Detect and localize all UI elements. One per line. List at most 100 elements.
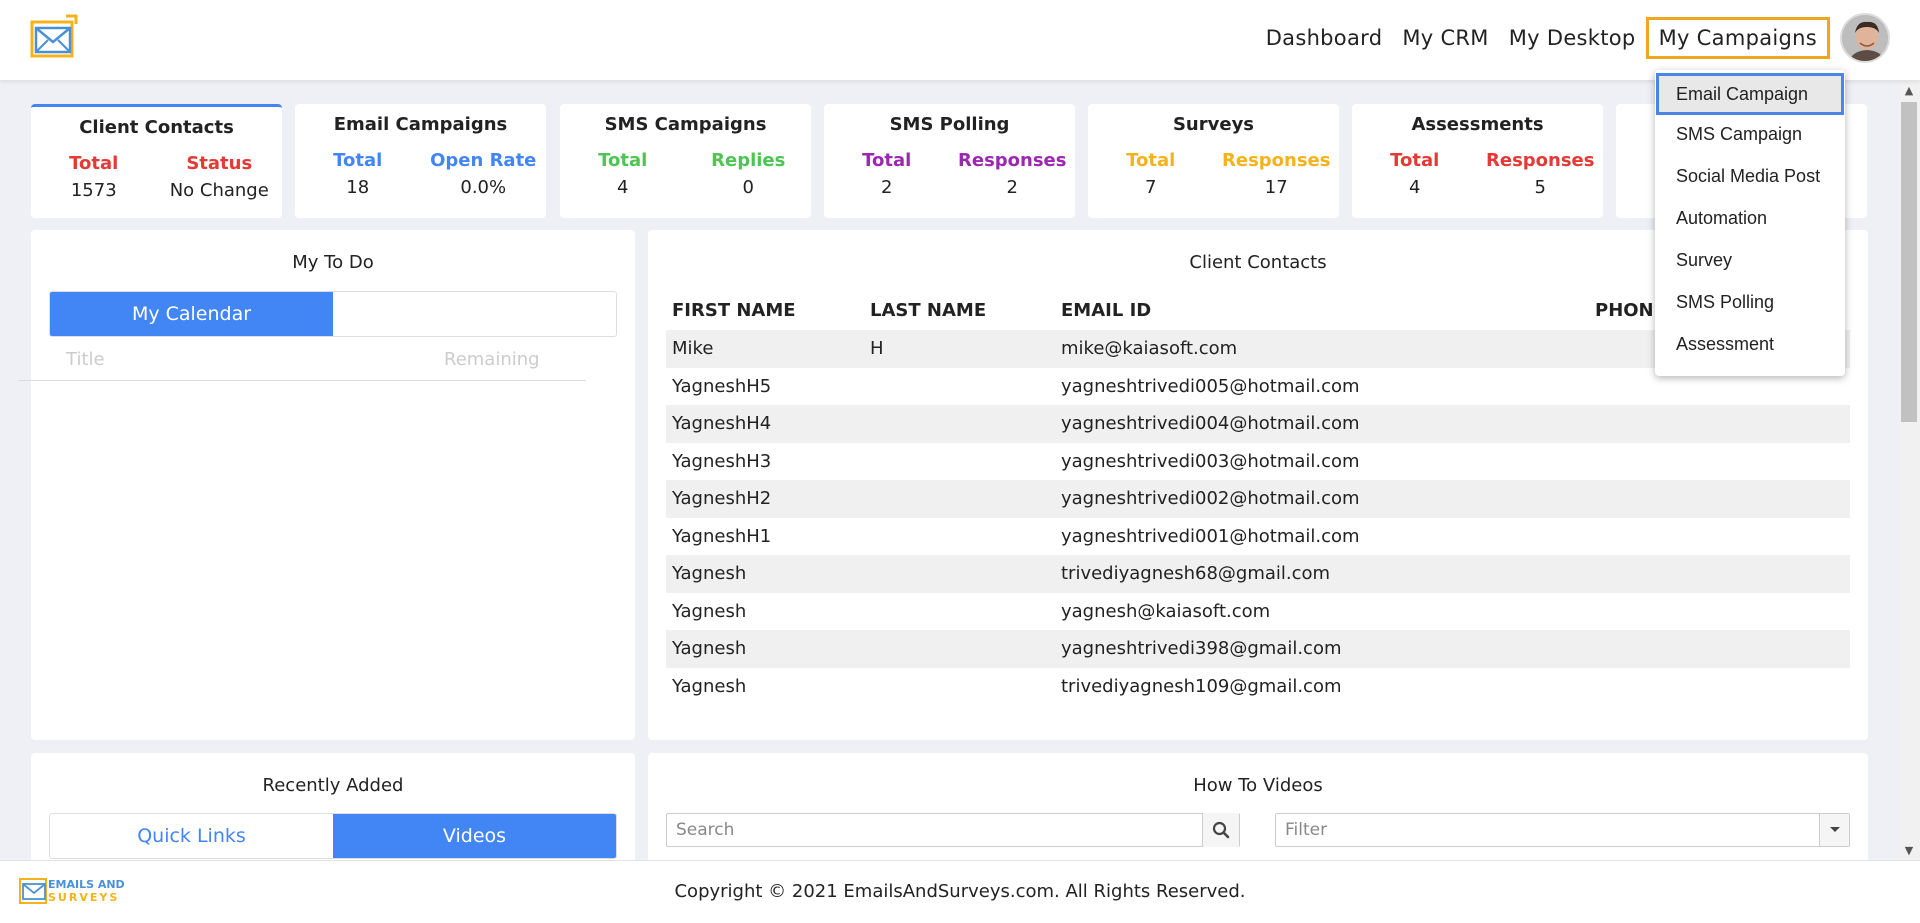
search-input[interactable]: Search <box>666 813 1240 847</box>
table-row[interactable]: YagneshH3 yagneshtrivedi003@hotmail.com <box>666 443 1850 481</box>
main-nav: Dashboard My CRM My Desktop My Campaigns <box>1246 13 1890 63</box>
todo-table-header: Title Remaining <box>18 349 586 381</box>
stat-right: Status No Change <box>157 153 283 201</box>
menu-sms-polling[interactable]: SMS Polling <box>1676 292 1774 313</box>
table-row[interactable]: YagneshH4 yagneshtrivedi004@hotmail.com <box>666 405 1850 443</box>
footer: EMAILS AND SURVEYS Copyright © 2021 Emai… <box>0 860 1920 923</box>
stat-value: 4 <box>617 177 629 198</box>
stat-label: Replies <box>711 150 786 171</box>
stat-label: Responses <box>1222 150 1331 171</box>
stat-right: Responses 5 <box>1478 150 1604 198</box>
stat-card-sms-campaigns[interactable]: SMS Campaigns Total 4 Replies 0 <box>560 104 811 218</box>
menu-survey[interactable]: Survey <box>1676 250 1732 271</box>
stat-title: Email Campaigns <box>333 114 508 135</box>
cell-email: yagneshtrivedi002@hotmail.com <box>1061 488 1360 509</box>
tab-other[interactable] <box>333 292 616 336</box>
cell-email: mike@kaiasoft.com <box>1061 338 1238 359</box>
stat-title: Assessments <box>1411 114 1544 135</box>
stat-label: Total <box>69 153 119 174</box>
scroll-thumb[interactable] <box>1901 102 1917 422</box>
cell-first-name: Yagnesh <box>672 638 747 659</box>
cell-email: yagneshtrivedi398@gmail.com <box>1061 638 1342 659</box>
search-icon <box>1212 821 1230 839</box>
stat-title: SMS Campaigns <box>604 114 767 135</box>
table-row[interactable]: Yagnesh yagnesh@kaiasoft.com <box>666 593 1850 631</box>
stat-card-sms-polling[interactable]: SMS Polling Total 2 Responses 2 <box>824 104 1075 218</box>
table-row[interactable]: Yagnesh yagneshtrivedi398@gmail.com <box>666 630 1850 668</box>
search-placeholder: Search <box>676 820 735 840</box>
menu-sms-campaign[interactable]: SMS Campaign <box>1676 124 1802 145</box>
search-button[interactable] <box>1202 813 1239 847</box>
filter-toggle[interactable] <box>1819 814 1849 846</box>
stat-value: 18 <box>346 177 370 198</box>
col-first-name[interactable]: FIRST NAME <box>672 300 796 321</box>
stat-label: Total <box>862 150 912 171</box>
cell-email: yagneshtrivedi001@hotmail.com <box>1061 525 1360 547</box>
top-header: Dashboard My CRM My Desktop My Campaigns <box>0 0 1920 80</box>
menu-social-media-post[interactable]: Social Media Post <box>1676 166 1820 187</box>
app-logo[interactable] <box>28 14 78 62</box>
scroll-down-icon[interactable]: ▼ <box>1898 840 1920 860</box>
page-scrollbar[interactable]: ▲ ▼ <box>1898 80 1920 860</box>
col-email[interactable]: EMAIL ID <box>1061 300 1151 321</box>
stat-label: Total <box>333 150 383 171</box>
stat-value: No Change <box>169 180 269 201</box>
scroll-up-icon[interactable]: ▲ <box>1898 80 1920 100</box>
nav-my-campaigns[interactable]: My Campaigns <box>1645 17 1830 59</box>
filter-select[interactable]: Filter <box>1275 813 1850 847</box>
table-row[interactable]: Yagnesh trivediyagnesh109@gmail.com <box>666 668 1850 706</box>
menu-automation[interactable]: Automation <box>1676 208 1767 229</box>
menu-assessment[interactable]: Assessment <box>1676 334 1774 355</box>
stat-card-assessments[interactable]: Assessments Total 4 Responses 5 <box>1352 104 1603 218</box>
filter-placeholder: Filter <box>1285 820 1328 840</box>
nav-dashboard[interactable]: Dashboard <box>1266 26 1383 50</box>
stat-right: Replies 0 <box>686 150 812 198</box>
cell-email: yagneshtrivedi004@hotmail.com <box>1061 413 1360 434</box>
todo-col-remaining: Remaining <box>444 349 540 370</box>
nav-my-crm[interactable]: My CRM <box>1402 26 1488 50</box>
stat-label: Total <box>1390 150 1440 171</box>
recent-panel: Recently Added Quick Links Videos <box>31 753 635 863</box>
tab-quick-links[interactable]: Quick Links <box>50 814 333 858</box>
envelope-logo-icon <box>30 14 78 58</box>
stat-card-email-campaigns[interactable]: Email Campaigns Total 18 Open Rate 0.0% <box>295 104 546 218</box>
stat-value: 7 <box>1145 177 1157 198</box>
tab-my-calendar[interactable]: My Calendar <box>50 292 333 336</box>
col-last-name[interactable]: LAST NAME <box>870 300 986 321</box>
tab-videos[interactable]: Videos <box>333 814 616 858</box>
cell-email: yagneshtrivedi005@hotmail.com <box>1061 375 1360 397</box>
avatar[interactable] <box>1840 13 1890 63</box>
stat-label: Total <box>598 150 648 171</box>
videos-title: How To Videos <box>1193 775 1323 796</box>
table-row[interactable]: YagneshH2 yagneshtrivedi002@hotmail.com <box>666 480 1850 518</box>
stat-value: 17 <box>1264 177 1288 198</box>
stat-left: Total 2 <box>824 150 950 198</box>
stat-left: Total 4 <box>1352 150 1478 198</box>
cell-email: yagneshtrivedi003@hotmail.com <box>1061 450 1360 472</box>
stat-card-client-contacts[interactable]: Client Contacts Total 1573 Status No Cha… <box>31 104 282 218</box>
table-row[interactable]: Yagnesh trivediyagnesh68@gmail.com <box>666 555 1850 593</box>
stat-label: Total <box>1126 150 1176 171</box>
cell-first-name: YagneshH2 <box>672 488 772 509</box>
stat-value: 1573 <box>70 180 117 201</box>
cell-email: trivediyagnesh68@gmail.com <box>1061 563 1331 584</box>
stat-left: Total 7 <box>1088 150 1214 198</box>
stat-value: 2 <box>881 177 893 198</box>
stat-right: Responses 2 <box>950 150 1076 198</box>
cell-first-name: YagneshH3 <box>672 450 772 472</box>
stat-value: 0.0% <box>460 177 507 198</box>
caret-down-icon <box>1829 827 1840 832</box>
stat-card-surveys[interactable]: Surveys Total 7 Responses 17 <box>1088 104 1339 218</box>
todo-panel: My To Do My Calendar <box>31 230 635 740</box>
todo-col-title: Title <box>66 349 105 370</box>
todo-toggle: My Calendar <box>49 291 617 337</box>
menu-email-campaign[interactable]: Email Campaign <box>1656 73 1844 115</box>
nav-my-desktop[interactable]: My Desktop <box>1509 26 1636 50</box>
stat-value: 5 <box>1534 177 1546 198</box>
stat-title: Client Contacts <box>79 117 234 138</box>
cell-email: yagnesh@kaiasoft.com <box>1061 600 1271 622</box>
stat-label: Status <box>186 153 253 174</box>
stat-right: Open Rate 0.0% <box>421 150 547 198</box>
table-row[interactable]: YagneshH1 yagneshtrivedi001@hotmail.com <box>666 518 1850 556</box>
cell-first-name: YagneshH1 <box>672 525 772 547</box>
